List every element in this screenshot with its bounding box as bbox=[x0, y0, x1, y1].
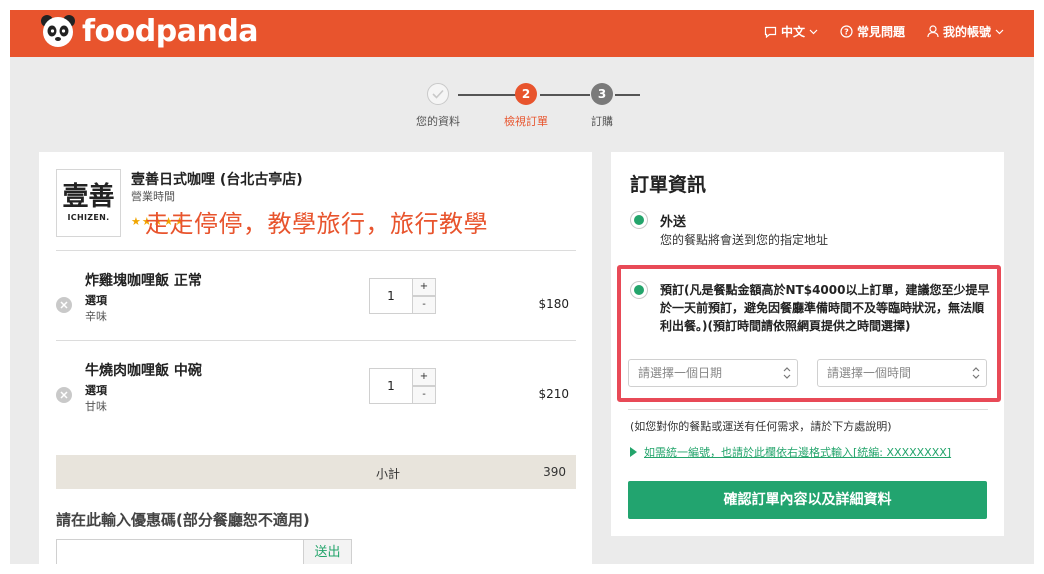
subtotal-label: 小計 bbox=[376, 467, 401, 481]
divider bbox=[56, 340, 576, 341]
item-price: $180 bbox=[538, 297, 569, 311]
chevron-down-icon bbox=[995, 29, 1004, 34]
logo-brand: ICHIZEN. bbox=[67, 213, 110, 222]
delivery-option-description: 您的餐點將會送到您的指定地址 bbox=[660, 233, 829, 247]
close-icon bbox=[60, 391, 68, 399]
restaurant-name: 壹善日式咖哩 (台北古亭店) bbox=[131, 172, 303, 188]
step-review-order: 2 檢視訂單 bbox=[496, 83, 556, 129]
tax-id-link-text: 如需統一編號，也請於此欄依右邊格式輸入[統編: XXXXXXXX] bbox=[644, 446, 952, 459]
close-icon bbox=[60, 301, 68, 309]
checkmark-icon bbox=[432, 89, 444, 99]
quantity-decrease-button[interactable]: - bbox=[412, 386, 436, 404]
restaurant-logo: 壹善 ICHIZEN. bbox=[56, 169, 121, 237]
divider bbox=[56, 250, 576, 251]
brand-name: foodpanda bbox=[82, 13, 259, 49]
language-selector[interactable]: 中文 bbox=[764, 23, 818, 40]
checkout-stepper: 您的資料 2 檢視訂單 3 訂購 bbox=[410, 83, 640, 133]
step-number: 2 bbox=[515, 83, 537, 105]
page-frame: foodpanda 中文 ? 常見問題 我的帳號 您的資料 2 檢視訂單 3 訂… bbox=[10, 10, 1034, 564]
help-circle-icon: ? bbox=[840, 25, 853, 38]
special-request-note: (如您對你的餐點或運送有任何需求，請於下方處說明) bbox=[630, 420, 892, 433]
step-number: 3 bbox=[591, 83, 613, 105]
chevron-down-icon bbox=[809, 29, 818, 34]
svg-text:?: ? bbox=[844, 28, 849, 37]
time-select-value: 請選擇一個時間 bbox=[827, 366, 912, 380]
subtotal-value: 390 bbox=[543, 465, 566, 479]
option-value: 甘味 bbox=[85, 400, 107, 413]
step-label: 您的資料 bbox=[416, 115, 460, 128]
item-name: 炸雞塊咖哩飯 正常 bbox=[85, 273, 202, 289]
select-arrows-icon bbox=[972, 367, 980, 379]
subtotal-row: 小計 390 bbox=[56, 455, 576, 489]
triangle-right-icon bbox=[630, 447, 637, 457]
coupon-title: 請在此輸入優惠碼(部分餐廳恕不適用) bbox=[56, 511, 310, 529]
order-info-title: 訂單資訊 bbox=[630, 174, 707, 196]
select-arrows-icon bbox=[783, 367, 791, 379]
language-label: 中文 bbox=[780, 25, 805, 39]
item-price: $210 bbox=[538, 387, 569, 401]
order-info-panel: 訂單資訊 外送 您的餐點將會送到您的指定地址 預訂(凡是餐點金額高於NT$400… bbox=[611, 152, 1004, 536]
divider bbox=[628, 409, 988, 410]
quantity-increase-button[interactable]: + bbox=[412, 368, 436, 386]
quantity-field[interactable]: 1 bbox=[369, 278, 413, 314]
date-select-value: 請選擇一個日期 bbox=[638, 366, 723, 380]
cart-item: 牛燒肉咖哩飯 中碗 選項 甘味 1 + - $210 bbox=[39, 350, 592, 430]
confirm-order-button[interactable]: 確認訂單內容以及詳細資料 bbox=[628, 481, 987, 519]
opening-hours-label: 營業時間 bbox=[131, 190, 175, 203]
delivery-option-title: 外送 bbox=[660, 215, 687, 230]
header-nav: 中文 ? 常見問題 我的帳號 bbox=[764, 23, 1004, 40]
time-select[interactable]: 請選擇一個時間 bbox=[817, 359, 987, 387]
faq-link[interactable]: ? 常見問題 bbox=[840, 23, 905, 40]
top-navigation-bar: foodpanda 中文 ? 常見問題 我的帳號 bbox=[10, 10, 1034, 57]
preorder-option-text: 預訂(凡是餐點金額高於NT$4000以上訂單，建議您至少提早於一天前預訂，避免因… bbox=[660, 283, 990, 333]
panda-icon bbox=[41, 15, 75, 47]
account-menu[interactable]: 我的帳號 bbox=[927, 23, 1004, 40]
quantity-increase-button[interactable]: + bbox=[412, 278, 436, 296]
coupon-input[interactable] bbox=[56, 539, 304, 564]
chat-bubble-icon bbox=[764, 26, 777, 38]
faq-label: 常見問題 bbox=[856, 25, 905, 39]
user-icon bbox=[927, 25, 939, 38]
tax-id-toggle-link[interactable]: 如需統一編號，也請於此欄依右邊格式輸入[統編: XXXXXXXX] bbox=[630, 444, 951, 460]
preorder-radio[interactable] bbox=[630, 281, 648, 299]
delivery-radio[interactable] bbox=[630, 211, 648, 229]
option-label: 選項 bbox=[85, 294, 107, 307]
step-your-info[interactable]: 您的資料 bbox=[408, 83, 468, 129]
step-place-order: 3 訂購 bbox=[572, 83, 632, 129]
quantity-field[interactable]: 1 bbox=[369, 368, 413, 404]
logo-kanji: 壹善 bbox=[62, 182, 115, 212]
foodpanda-logo[interactable]: foodpanda bbox=[40, 13, 259, 49]
option-label: 選項 bbox=[85, 384, 107, 397]
quantity-decrease-button[interactable]: - bbox=[412, 296, 436, 314]
date-select[interactable]: 請選擇一個日期 bbox=[628, 359, 798, 387]
remove-item-button[interactable] bbox=[56, 387, 72, 403]
step-label: 檢視訂單 bbox=[504, 115, 548, 128]
coupon-submit-button[interactable]: 送出 bbox=[303, 539, 352, 564]
option-value: 辛味 bbox=[85, 310, 107, 323]
step-1-check bbox=[427, 83, 449, 105]
radio-dot bbox=[634, 215, 644, 225]
cart-item: 炸雞塊咖哩飯 正常 選項 辛味 1 + - $180 bbox=[39, 260, 592, 340]
account-label: 我的帳號 bbox=[942, 25, 991, 39]
radio-dot bbox=[634, 285, 644, 295]
remove-item-button[interactable] bbox=[56, 297, 72, 313]
watermark-overlay-text: 走走停停，教學旅行，旅行教學 bbox=[145, 210, 488, 238]
step-label: 訂購 bbox=[591, 115, 613, 128]
cart-panel: 壹善 ICHIZEN. 壹善日式咖哩 (台北古亭店) 營業時間 ★★★★★ 走走… bbox=[39, 152, 592, 564]
item-name: 牛燒肉咖哩飯 中碗 bbox=[85, 363, 202, 379]
